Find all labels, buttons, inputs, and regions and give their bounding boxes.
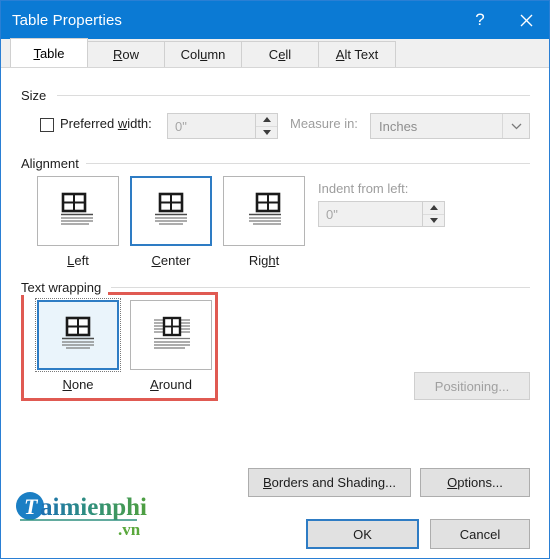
chevron-down-icon[interactable] — [502, 114, 529, 138]
preferred-width-arrows[interactable] — [255, 114, 277, 138]
alignment-option-right[interactable] — [223, 176, 305, 246]
title-bar-buttons: ? — [457, 1, 549, 39]
tab-alt-text-label: lt Text — [344, 47, 379, 62]
indent-from-left-label: Indent from left: — [318, 181, 409, 196]
measure-in-label: Measure in: — [290, 116, 358, 131]
close-icon[interactable] — [503, 1, 549, 39]
positioning-button[interactable]: Positioning... — [414, 372, 530, 400]
ok-button[interactable]: OK — [306, 519, 419, 549]
wrapping-none-icon — [62, 316, 94, 349]
table-properties-dialog: Table Properties ? Table Row Column Cell — [0, 0, 550, 559]
alignment-right-accel: h — [268, 253, 276, 268]
align-center-icon — [155, 192, 187, 225]
tab-row-label: ow — [122, 47, 139, 62]
options-label: ptions... — [457, 475, 503, 490]
wrapping-none-label: one — [71, 377, 94, 392]
text-wrapping-group-rule — [111, 287, 530, 288]
align-left-icon — [61, 192, 93, 225]
preferred-width-up-icon[interactable] — [256, 114, 277, 127]
preferred-width-label-post: idth: — [127, 116, 152, 131]
text-wrapping-option-none-caption: None — [37, 377, 119, 392]
table-tab-panel: Size Preferred width: 0" Measure in: Inc… — [2, 68, 549, 558]
title-bar: Table Properties ? — [1, 1, 549, 39]
wrapping-around-icon — [154, 316, 190, 349]
preferred-width-stepper[interactable]: 0" — [167, 113, 278, 139]
tab-row[interactable]: Row — [87, 41, 165, 67]
text-wrapping-option-around-caption: Around — [130, 377, 212, 392]
measure-in-select[interactable]: Inches — [370, 113, 530, 139]
tab-table[interactable]: Table — [10, 38, 88, 67]
borders-and-shading-button[interactable]: Borders and Shading... — [248, 468, 411, 497]
indent-from-left-stepper[interactable]: 0" — [318, 201, 445, 227]
size-group-rule — [57, 95, 530, 96]
alignment-option-left-caption: Left — [37, 253, 119, 268]
alignment-option-left[interactable] — [37, 176, 119, 246]
align-right-icon — [249, 192, 281, 225]
preferred-width-label: Preferred width: — [60, 116, 152, 131]
alignment-right-pre: Rig — [248, 253, 269, 268]
alignment-left-label: eft — [74, 253, 89, 268]
text-wrapping-option-around[interactable] — [130, 300, 212, 370]
tab-alt-text[interactable]: Alt Text — [318, 41, 396, 67]
preferred-width-down-icon[interactable] — [256, 127, 277, 139]
size-group-label: Size — [21, 88, 54, 103]
tab-column-post: mn — [207, 47, 226, 62]
alignment-right-post: t — [275, 253, 280, 268]
cancel-button[interactable]: Cancel — [430, 519, 530, 549]
borders-accel: B — [263, 475, 272, 490]
tab-strip: Table Row Column Cell Alt Text — [1, 38, 549, 68]
wrapping-around-accel: A — [150, 377, 159, 392]
tab-column-pre: Col — [180, 47, 201, 62]
indent-up-icon[interactable] — [423, 202, 444, 215]
options-accel: O — [447, 475, 458, 490]
help-glyph: ? — [475, 10, 485, 29]
alignment-center-accel: C — [151, 253, 161, 268]
alignment-group-rule — [84, 163, 530, 164]
indent-down-icon[interactable] — [423, 215, 444, 227]
preferred-width-checkbox[interactable] — [40, 118, 54, 132]
tab-table-label: able — [39, 45, 65, 61]
alignment-group-label: Alignment — [21, 156, 86, 171]
tab-cell-post: ll — [285, 47, 292, 62]
tab-cell-pre: C — [268, 47, 279, 62]
indent-from-left-arrows[interactable] — [422, 202, 444, 226]
preferred-width-label-pre: Preferred — [60, 116, 118, 131]
wrapping-none-accel: N — [62, 377, 72, 392]
tab-row-accel: R — [112, 47, 123, 62]
tab-column[interactable]: Column — [164, 41, 242, 67]
alignment-option-center[interactable] — [130, 176, 212, 246]
preferred-width-accel: w — [117, 116, 128, 131]
window-title: Table Properties — [12, 11, 122, 29]
preferred-width-value: 0" — [175, 118, 187, 134]
text-wrapping-option-none[interactable] — [35, 298, 121, 372]
options-button[interactable]: Options... — [420, 468, 530, 497]
help-icon[interactable]: ? — [457, 1, 503, 39]
text-wrapping-group-label: Text wrapping — [21, 280, 109, 295]
tab-cell[interactable]: Cell — [241, 41, 319, 67]
alignment-option-center-caption: Center — [130, 253, 212, 268]
alignment-center-label: enter — [160, 253, 191, 268]
measure-in-value: Inches — [379, 118, 418, 134]
alignment-option-right-caption: Right — [223, 253, 305, 268]
wrapping-around-label: round — [158, 377, 192, 392]
indent-from-left-value: 0" — [326, 206, 338, 222]
borders-label: orders and Shading... — [271, 475, 396, 490]
